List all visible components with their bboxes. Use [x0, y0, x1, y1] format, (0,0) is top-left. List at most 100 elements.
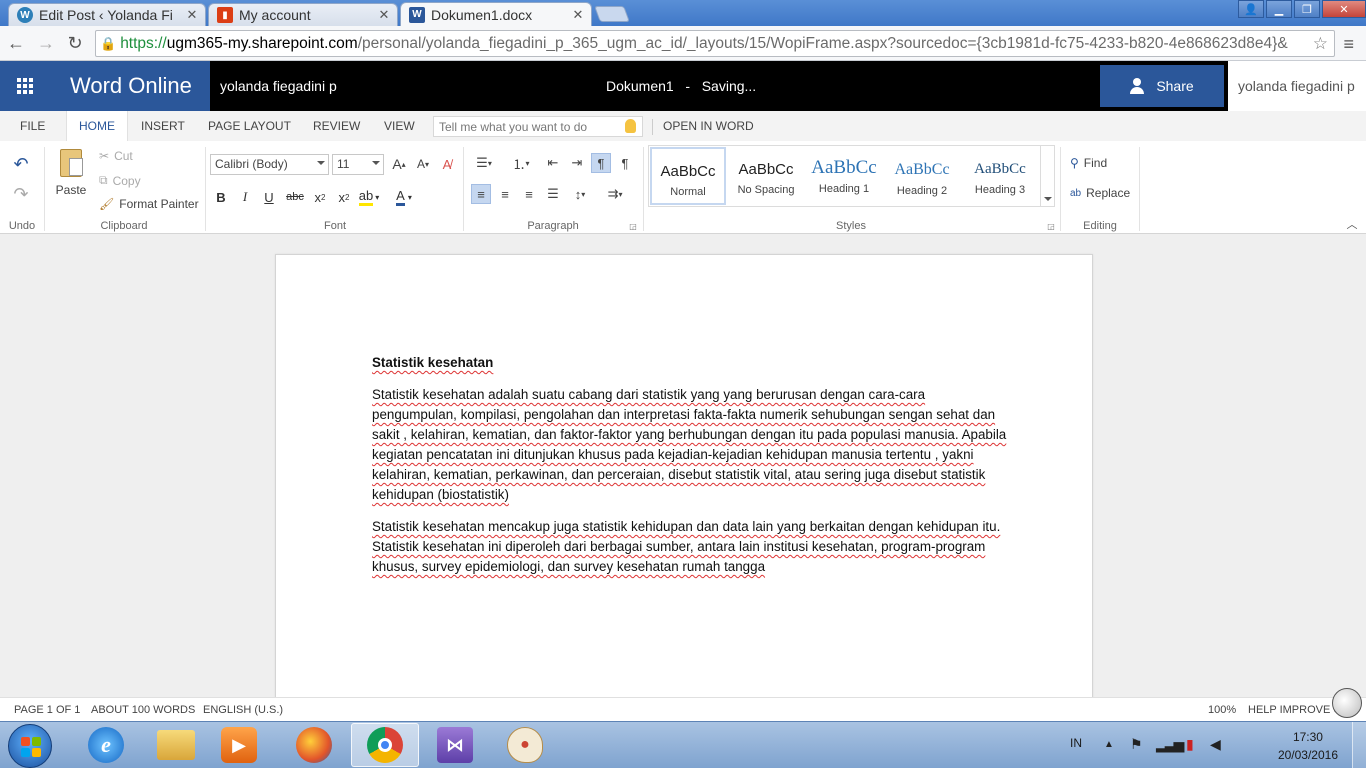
new-tab-button[interactable]: [594, 6, 630, 22]
forward-icon[interactable]: →: [36, 33, 56, 53]
internet-explorer-icon[interactable]: e: [72, 723, 140, 767]
paragraph-dialog-launcher-icon[interactable]: ◲: [628, 221, 638, 231]
styles-more-button[interactable]: [1040, 146, 1054, 206]
document-paragraph[interactable]: Statistik kesehatan adalah suatu cabang …: [372, 385, 1012, 505]
app-name[interactable]: Word Online: [50, 61, 210, 111]
tab-review[interactable]: REVIEW: [301, 111, 372, 141]
browser-tab-my-account[interactable]: ▮ My account ✕: [208, 3, 398, 26]
share-label: Share: [1156, 78, 1194, 94]
address-bar[interactable]: 🔒 https://ugm365-my.sharepoint.com/perso…: [95, 30, 1335, 57]
close-icon[interactable]: ✕: [185, 7, 199, 23]
numbering-icon[interactable]: ⒈ ▾: [507, 153, 535, 173]
account-name[interactable]: yolanda fiegadini p: [1228, 61, 1366, 111]
bold-icon[interactable]: B: [211, 187, 231, 207]
tell-me-search-input[interactable]: Tell me what you want to do: [433, 116, 643, 137]
align-left-icon[interactable]: ≡: [471, 184, 491, 204]
help-improve-link[interactable]: HELP IMPROVE O: [1248, 704, 1342, 716]
show-desktop-button[interactable]: [1352, 722, 1366, 768]
copy-button[interactable]: ⧉ Copy: [99, 173, 141, 188]
find-button[interactable]: ⚲ Find: [1070, 156, 1107, 170]
tab-page-layout[interactable]: PAGE LAYOUT: [196, 111, 303, 141]
reload-icon[interactable]: ↻: [65, 33, 85, 53]
style-heading-3[interactable]: AaBbCc Heading 3: [962, 147, 1038, 205]
format-painter-button[interactable]: 🖌 Format Painter: [99, 197, 199, 211]
paint-icon[interactable]: ●: [491, 723, 559, 767]
collapse-ribbon-icon[interactable]: ︿: [1344, 217, 1360, 231]
back-icon[interactable]: ←: [6, 33, 26, 53]
decrease-indent-icon[interactable]: ⇤: [543, 153, 563, 173]
italic-icon[interactable]: I: [235, 187, 255, 207]
style-heading-2[interactable]: AaBbCc Heading 2: [884, 147, 960, 205]
document-title[interactable]: Dokumen1 - Saving...: [606, 78, 756, 94]
superscript-icon[interactable]: x2: [334, 187, 354, 207]
tab-file[interactable]: FILE: [8, 111, 57, 141]
strikethrough-icon[interactable]: abc: [283, 187, 307, 207]
paste-button[interactable]: Paste: [52, 147, 90, 203]
window-close-icon[interactable]: ✕: [1322, 0, 1366, 18]
chrome-icon[interactable]: [351, 723, 419, 767]
document-paragraph[interactable]: Statistik kesehatan mencakup juga statis…: [372, 517, 1012, 577]
redo-icon[interactable]: ↷: [10, 183, 32, 205]
media-player-icon[interactable]: ▶: [205, 723, 273, 767]
bookmark-star-icon[interactable]: ☆: [1313, 34, 1328, 54]
zoom-level[interactable]: 100%: [1208, 704, 1236, 716]
clock[interactable]: 17:30 20/03/2016: [1278, 728, 1338, 764]
justify-icon[interactable]: ☰: [543, 184, 563, 204]
style-heading-1[interactable]: AaBbCc Heading 1: [806, 147, 882, 205]
show-hidden-icons-icon[interactable]: ▲: [1104, 739, 1114, 750]
ltr-paragraph-icon[interactable]: ¶: [591, 153, 611, 173]
document-canvas[interactable]: Statistik kesehatan Statistik kesehatan …: [0, 234, 1366, 697]
document-heading[interactable]: Statistik kesehatan: [372, 353, 1012, 373]
underline-icon[interactable]: U: [259, 187, 279, 207]
tab-view[interactable]: VIEW: [372, 111, 427, 141]
browser-tab-edit-post[interactable]: W Edit Post ‹ Yolanda Fi ✕: [8, 3, 206, 26]
share-button[interactable]: Share: [1100, 65, 1224, 107]
document-owner[interactable]: yolanda fiegadini p: [220, 78, 337, 94]
user-profile-icon[interactable]: 👤: [1238, 0, 1264, 18]
firefox-icon[interactable]: [280, 723, 348, 767]
file-explorer-icon[interactable]: [142, 723, 210, 767]
clear-formatting-icon[interactable]: A̸: [437, 154, 457, 174]
open-in-word-button[interactable]: OPEN IN WORD: [651, 111, 766, 141]
shrink-font-icon[interactable]: A ▾: [413, 154, 433, 174]
app-launcher-icon[interactable]: [0, 61, 50, 111]
undo-icon[interactable]: ↶: [10, 153, 32, 175]
close-icon[interactable]: ✕: [571, 7, 585, 23]
styles-dialog-launcher-icon[interactable]: ◲: [1046, 221, 1056, 231]
increase-indent-icon[interactable]: ⇥: [567, 153, 587, 173]
bullets-icon[interactable]: ☰ ▾: [471, 153, 497, 173]
style-normal[interactable]: AaBbCc Normal: [650, 147, 726, 205]
subscript-icon[interactable]: x2: [310, 187, 330, 207]
line-spacing-icon[interactable]: ↕ ▾: [567, 184, 593, 204]
close-icon[interactable]: ✕: [377, 7, 391, 23]
grow-font-icon[interactable]: A ▴: [389, 154, 409, 174]
action-center-flag-icon[interactable]: ⚑: [1130, 736, 1143, 753]
document-page[interactable]: Statistik kesehatan Statistik kesehatan …: [275, 254, 1093, 697]
paste-label: Paste: [55, 183, 87, 197]
battery-icon[interactable]: ▮: [1186, 736, 1194, 753]
highlight-icon[interactable]: ab ▾: [356, 187, 382, 207]
font-size-select[interactable]: 11: [332, 154, 384, 175]
input-language-indicator[interactable]: IN: [1070, 736, 1082, 750]
font-family-select[interactable]: Calibri (Body): [210, 154, 329, 175]
tab-home[interactable]: HOME: [66, 111, 128, 141]
tab-insert[interactable]: INSERT: [129, 111, 197, 141]
browser-menu-icon[interactable]: ≡: [1343, 34, 1354, 55]
document-body[interactable]: Statistik kesehatan Statistik kesehatan …: [372, 353, 1012, 589]
visual-studio-icon[interactable]: ⋈: [421, 723, 489, 767]
minimize-icon[interactable]: ▁: [1266, 0, 1292, 18]
network-signal-icon[interactable]: ▂▃▅: [1156, 736, 1184, 753]
restore-icon[interactable]: ❐: [1294, 0, 1320, 18]
font-color-icon[interactable]: A ▾: [391, 187, 417, 207]
cut-button[interactable]: ✂ Cut: [99, 149, 133, 163]
align-center-icon[interactable]: ≡: [495, 184, 515, 204]
rtl-paragraph-icon[interactable]: ¶: [615, 153, 635, 173]
proofing-language[interactable]: ENGLISH (U.S.): [203, 704, 283, 716]
replace-button[interactable]: ab Replace: [1070, 186, 1130, 200]
browser-tab-dokumen1[interactable]: W Dokumen1.docx ✕: [400, 2, 592, 26]
start-button[interactable]: [8, 724, 52, 768]
align-right-icon[interactable]: ≡: [519, 184, 539, 204]
style-no-spacing[interactable]: AaBbCc No Spacing: [728, 147, 804, 205]
volume-icon[interactable]: ◀: [1210, 736, 1221, 753]
paragraph-spacing-icon[interactable]: ⇉ ▾: [601, 184, 629, 204]
